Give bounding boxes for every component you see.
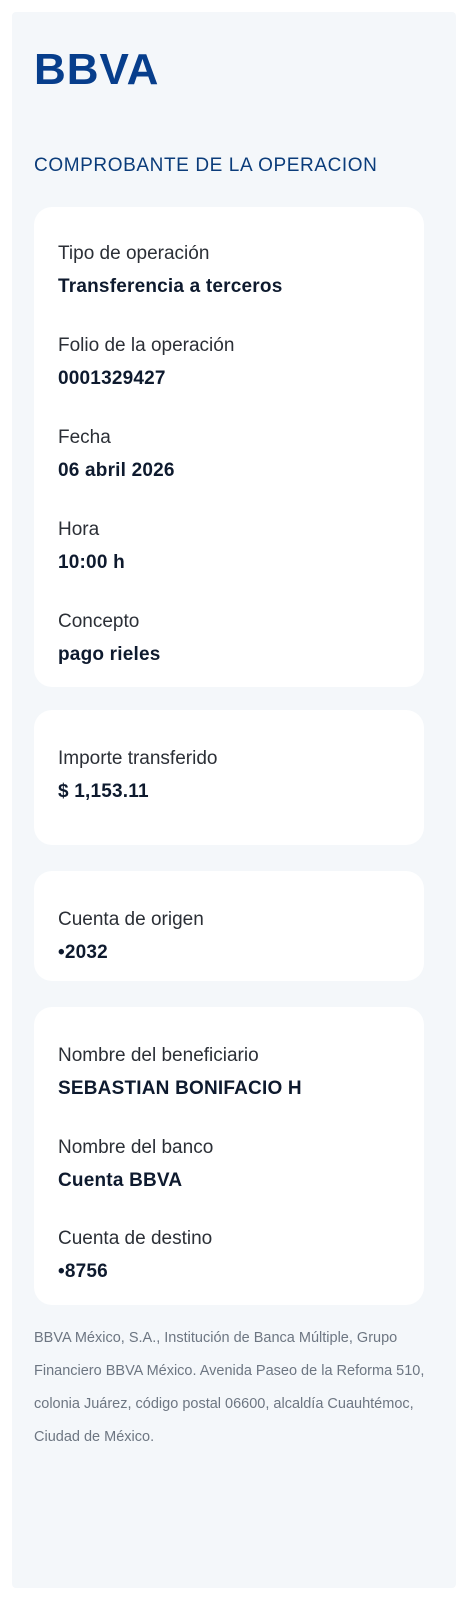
folio-label: Folio de la operación xyxy=(58,335,235,356)
field-concepto: Concepto pago rieles xyxy=(58,611,161,666)
hora-label: Hora xyxy=(58,519,100,540)
concepto-value: pago rieles xyxy=(58,644,161,665)
hora-value: 10:00 h xyxy=(58,552,125,573)
page-title: COMPROBANTE DE LA OPERACION xyxy=(34,155,378,176)
banco-label: Nombre del banco xyxy=(58,1137,214,1158)
legal-footer: BBVA México, S.A., Institución de Banca … xyxy=(34,1330,425,1445)
cuenta-destino-value: •8756 xyxy=(58,1261,108,1282)
bbva-logo: BBVA xyxy=(34,45,160,94)
field-cuenta-origen: Cuenta de origen •2032 xyxy=(58,909,204,964)
folio-value: 0001329427 xyxy=(58,368,166,389)
tipo-operacion-label: Tipo de operación xyxy=(58,243,210,264)
operation-details-card: Tipo de operación Transferencia a tercer… xyxy=(34,207,424,687)
importe-value: $ 1,153.11 xyxy=(58,781,149,802)
beneficiario-label: Nombre del beneficiario xyxy=(58,1045,259,1066)
fecha-label: Fecha xyxy=(58,427,111,448)
field-folio: Folio de la operación 0001329427 xyxy=(58,335,234,390)
importe-label: Importe transferido xyxy=(58,748,218,769)
fecha-value: 06 abril 2026 xyxy=(58,460,175,481)
field-tipo-operacion: Tipo de operación Transferencia a tercer… xyxy=(58,243,282,298)
field-importe: Importe transferido $ 1,153.11 xyxy=(58,748,217,803)
cuenta-destino-label: Cuenta de destino xyxy=(58,1228,213,1249)
banco-value: Cuenta BBVA xyxy=(58,1170,183,1191)
cuenta-origen-label: Cuenta de origen xyxy=(58,909,204,930)
field-banco: Nombre del banco Cuenta BBVA xyxy=(58,1137,213,1192)
amount-card: Importe transferido $ 1,153.11 xyxy=(34,710,424,845)
concepto-label: Concepto xyxy=(58,611,140,632)
origin-account-card: Cuenta de origen •2032 xyxy=(34,871,424,981)
field-beneficiario: Nombre del beneficiario SEBASTIAN BONIFA… xyxy=(58,1045,302,1100)
field-fecha: Fecha 06 abril 2026 xyxy=(58,427,175,482)
field-hora: Hora 10:00 h xyxy=(58,519,125,574)
tipo-operacion-value: Transferencia a terceros xyxy=(58,276,283,297)
beneficiario-value: SEBASTIAN BONIFACIO H xyxy=(58,1078,302,1099)
cuenta-origen-value: •2032 xyxy=(58,942,108,963)
beneficiary-card: Nombre del beneficiario SEBASTIAN BONIFA… xyxy=(34,1007,424,1305)
field-cuenta-destino: Cuenta de destino •8756 xyxy=(58,1228,212,1283)
